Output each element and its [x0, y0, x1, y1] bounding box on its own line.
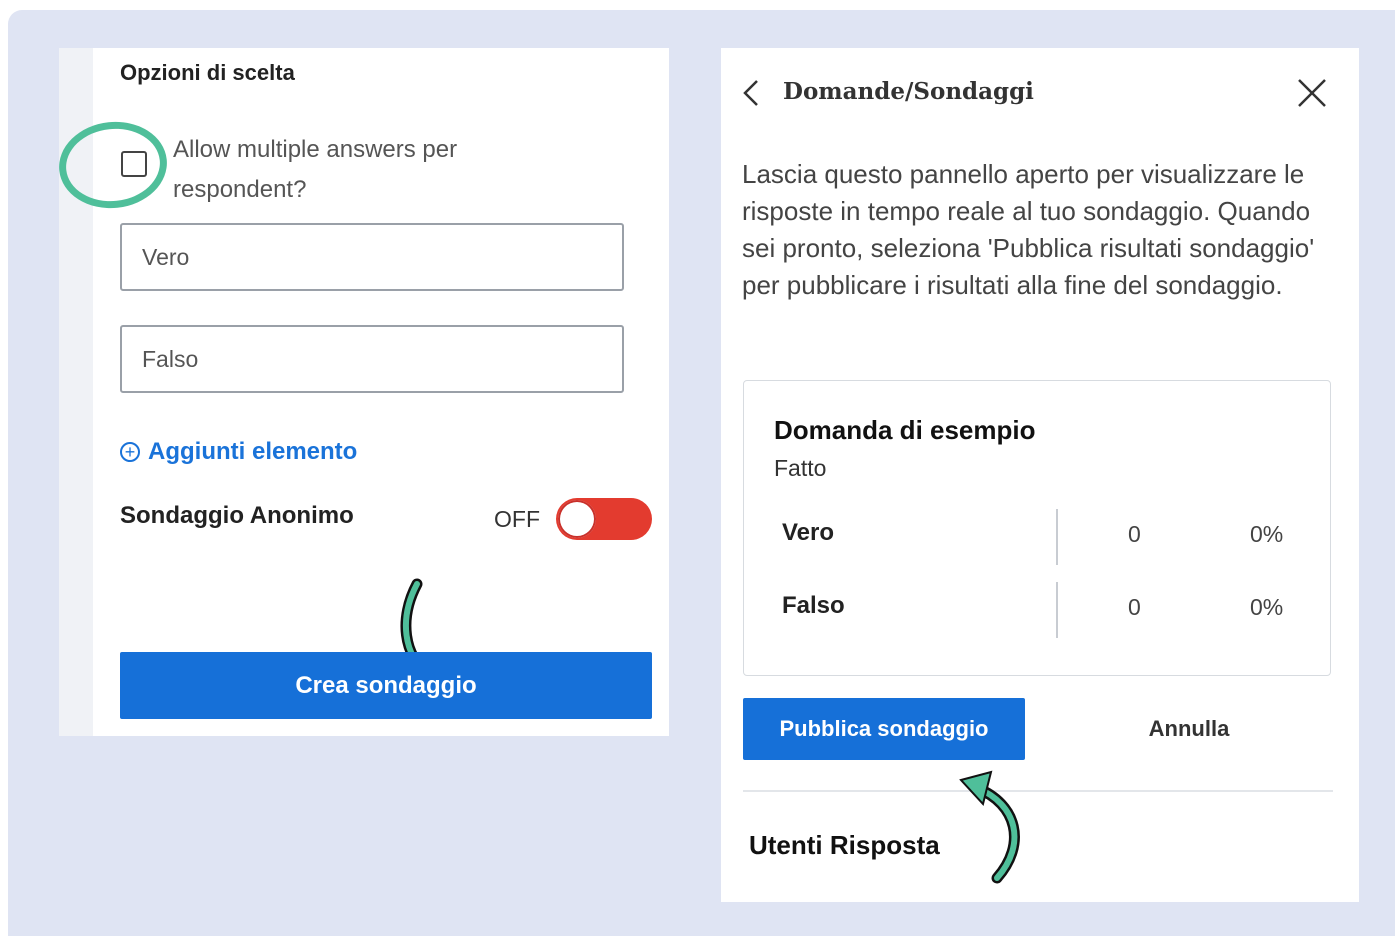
allow-multiple-label: Allow multiple answers per respondent? [173, 136, 458, 203]
plus-circle-icon: + [120, 442, 140, 462]
result-row: Vero 0 0% [744, 509, 1330, 565]
choice-options-title: Opzioni di scelta [120, 60, 295, 85]
cancel-button[interactable]: Annulla [1107, 698, 1271, 760]
result-row: Falso 0 0% [744, 582, 1330, 638]
question-title: Domanda di esempio [774, 415, 1036, 445]
result-count: 0 [1128, 521, 1141, 547]
responding-users-title: Utenti Risposta [749, 830, 940, 860]
result-percent: 0% [1250, 521, 1284, 547]
publish-poll-button[interactable]: Pubblica sondaggio [743, 698, 1025, 760]
question-result-card: Domanda di esempio Fatto Vero 0 0% Falso… [743, 380, 1331, 676]
result-divider [1056, 509, 1058, 565]
add-item-button[interactable]: + Aggiunti elemento [120, 438, 357, 466]
panel-title: Domande/Sondaggi [783, 78, 1034, 105]
toggle-knob [558, 500, 596, 538]
result-divider [1056, 582, 1058, 638]
section-divider [743, 790, 1333, 792]
background-frame: Opzioni di scelta Allow multiple answers… [8, 10, 1395, 936]
result-label: Falso [782, 592, 845, 619]
poll-options-panel: Opzioni di scelta Allow multiple answers… [59, 48, 669, 736]
anonymous-poll-label: Sondaggio Anonimo [120, 502, 354, 529]
result-label: Vero [782, 519, 835, 546]
poll-results-panel: Domande/Sondaggi Lascia questo pannello … [721, 48, 1359, 902]
panel-description: Lascia questo pannello aperto per visual… [742, 159, 1315, 300]
add-item-label: Aggiunti elemento [148, 438, 358, 465]
close-icon[interactable] [1295, 76, 1329, 110]
back-chevron-icon[interactable] [741, 78, 761, 108]
result-count: 0 [1128, 594, 1141, 620]
question-status: Fatto [774, 455, 827, 481]
anonymous-toggle[interactable] [556, 498, 652, 540]
create-poll-button[interactable]: Crea sondaggio [120, 652, 652, 719]
result-percent: 0% [1250, 594, 1284, 620]
toggle-state-label: OFF [494, 506, 540, 532]
option-field-vero[interactable]: Vero [120, 223, 624, 291]
annotation-arrow-icon [959, 770, 1020, 884]
option-field-falso[interactable]: Falso [120, 325, 624, 393]
